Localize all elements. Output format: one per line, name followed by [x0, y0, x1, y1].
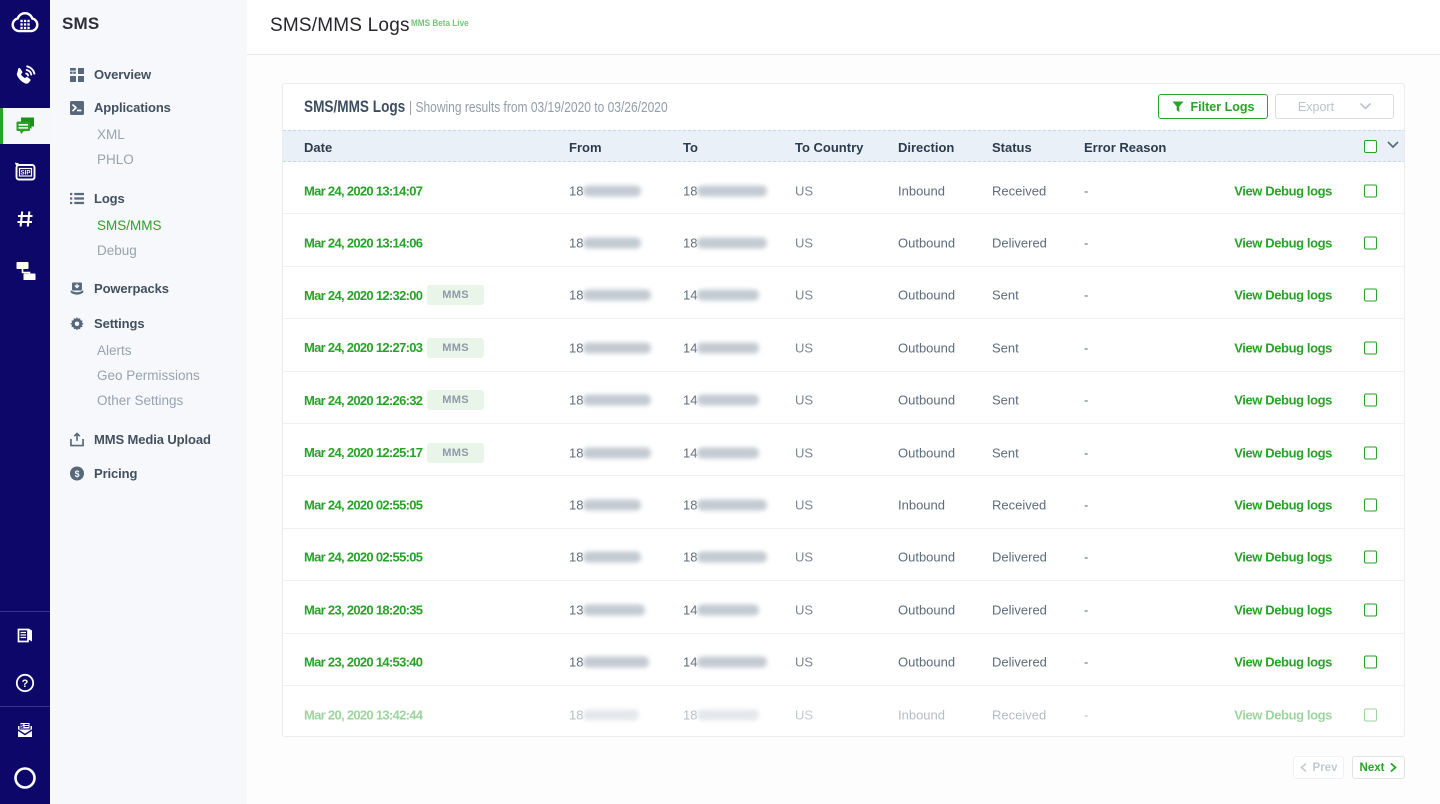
svg-text:SIP: SIP: [20, 170, 30, 177]
svg-text:$: $: [20, 724, 23, 730]
svg-text:$: $: [75, 469, 80, 479]
svg-text:?: ?: [22, 678, 29, 690]
